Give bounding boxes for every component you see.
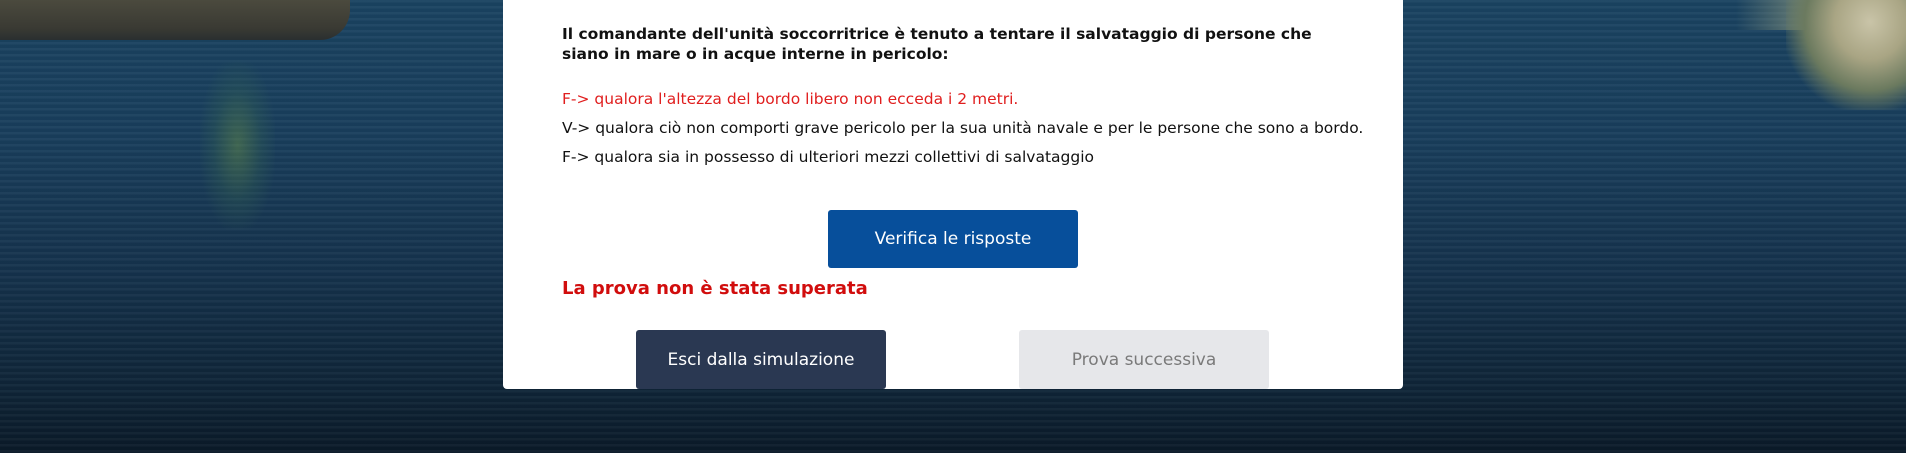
question-text: Il comandante dell'unità soccorritrice è… xyxy=(562,25,1312,63)
answer-item-1: F-> qualora l'altezza del bordo libero n… xyxy=(562,90,1019,108)
result-message: La prova non è stata superata xyxy=(562,278,868,299)
verify-answers-button[interactable]: Verifica le risposte xyxy=(828,210,1078,268)
answer-item-3: F-> qualora sia in possesso di ulteriori… xyxy=(562,148,1095,166)
rock-right xyxy=(1786,0,1906,110)
answer-item-2: V-> qualora ciò non comporti grave peric… xyxy=(562,119,1364,137)
rock-left xyxy=(0,0,350,40)
exit-simulation-button[interactable]: Esci dalla simulazione xyxy=(636,330,886,389)
water-reflection xyxy=(200,60,275,230)
quiz-panel: Il comandante dell'unità soccorritrice è… xyxy=(503,0,1403,389)
next-test-button[interactable]: Prova successiva xyxy=(1019,330,1269,389)
answer-list: F-> qualora l'altezza del bordo libero n… xyxy=(562,85,1363,172)
